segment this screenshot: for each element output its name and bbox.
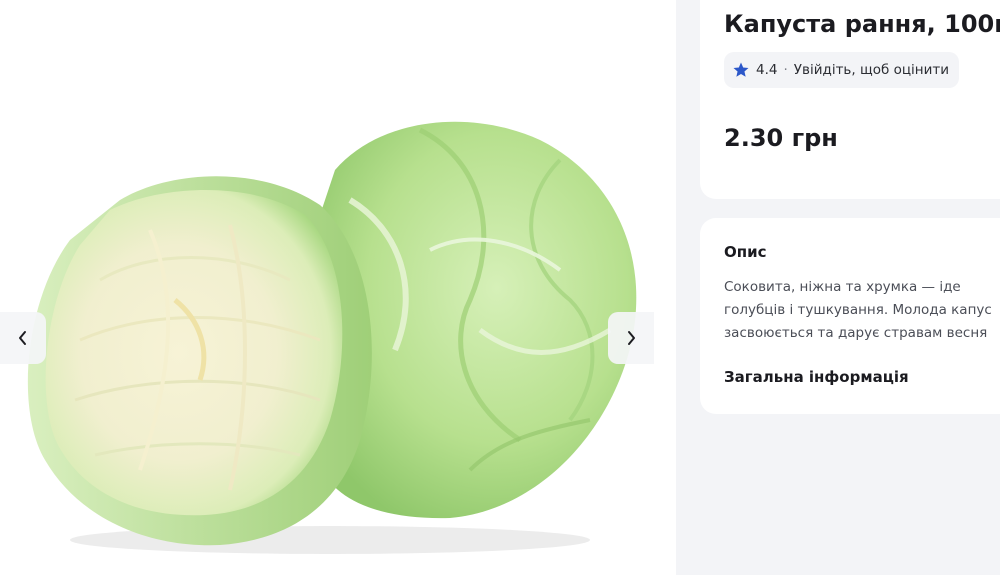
rating-separator: ·	[783, 62, 788, 78]
rating-login-prompt[interactable]: Увійдіть, щоб оцінити	[794, 62, 949, 78]
description-heading: Опис	[724, 243, 767, 261]
cabbage-image	[0, 0, 676, 575]
description-text: Соковита, ніжна та хрумка — іде голубців…	[724, 276, 1000, 345]
chevron-right-icon	[628, 331, 635, 345]
description-card: Опис Соковита, ніжна та хрумка — іде гол…	[700, 218, 1000, 414]
description-line: голубців і тушкування. Молода капус	[724, 302, 992, 318]
product-title: Капуста рання, 100г	[724, 10, 1000, 38]
description-line: Соковита, ніжна та хрумка — іде	[724, 279, 961, 295]
rating-value: 4.4	[756, 62, 778, 78]
description-line: засвоюється та дарує стравам весня	[724, 325, 988, 341]
rating-pill[interactable]: 4.4 · Увійдіть, щоб оцінити	[724, 52, 960, 88]
product-price: 2.30 грн	[724, 124, 838, 152]
general-info-toggle[interactable]: Загальна інформація	[724, 368, 909, 386]
chevron-left-icon	[19, 331, 26, 345]
product-info-card: Капуста рання, 100г 4.4 · Увійдіть, щоб …	[700, 0, 1000, 199]
gallery-next-button[interactable]	[608, 312, 654, 364]
star-icon	[733, 62, 749, 77]
product-gallery	[0, 0, 676, 575]
gallery-prev-button[interactable]	[0, 312, 46, 364]
